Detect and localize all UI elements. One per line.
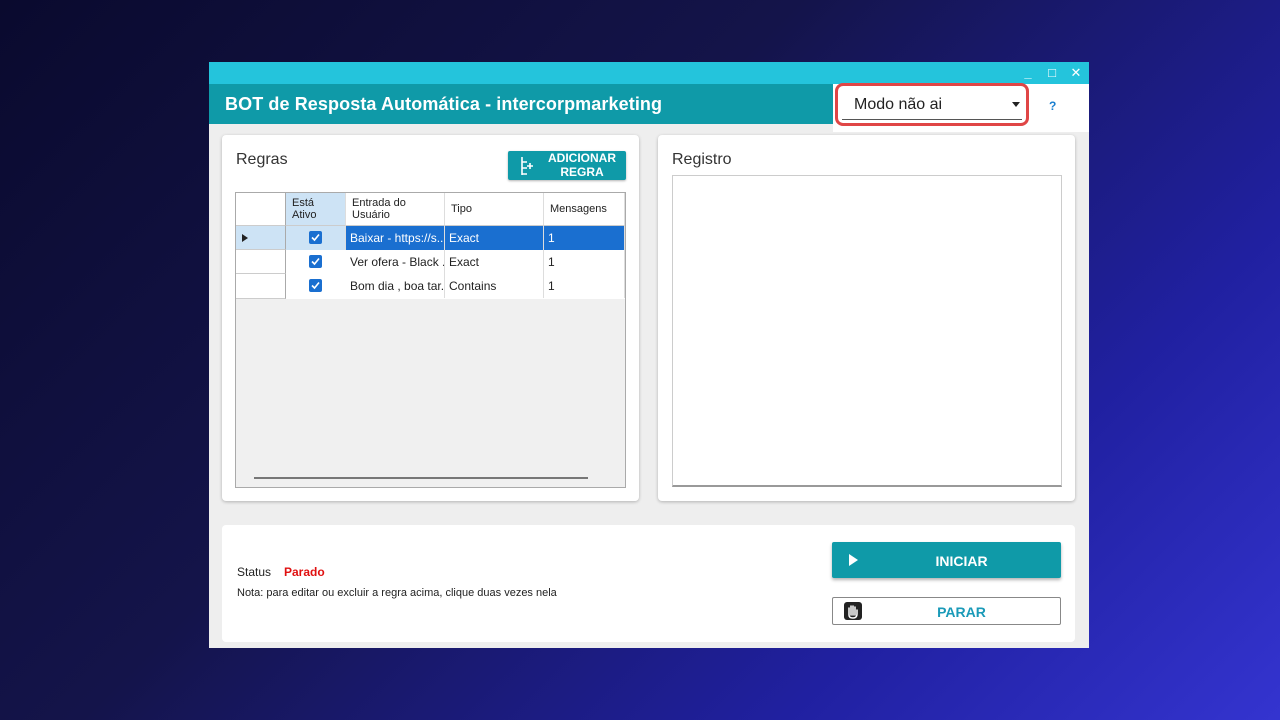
- row-input: Bom dia , boa tar...: [346, 274, 445, 298]
- add-rule-icon: [521, 157, 533, 175]
- checkmark-icon: [311, 257, 320, 266]
- rules-table-body: Está Ativo Entrada do Usuário Tipo Mensage…: [236, 193, 625, 471]
- row-header[interactable]: [236, 226, 286, 250]
- row-header[interactable]: [236, 250, 286, 274]
- help-button[interactable]: ?: [1049, 99, 1056, 113]
- row-active-checkbox[interactable]: [309, 255, 322, 268]
- column-header-messages[interactable]: Mensagens: [544, 193, 625, 226]
- maximize-icon[interactable]: □: [1043, 64, 1061, 82]
- row-type: Exact: [445, 226, 544, 250]
- start-button[interactable]: INICIAR: [832, 542, 1061, 578]
- row-type: Contains: [445, 274, 544, 298]
- add-rule-label: ADICIONAR REGRA: [548, 151, 616, 179]
- rules-table[interactable]: Está Ativo Entrada do Usuário Tipo Mensage…: [235, 192, 626, 488]
- status-label: Status: [237, 565, 272, 579]
- window-title: BOT de Resposta Automática - intercorpma…: [225, 94, 663, 114]
- row-active-checkbox[interactable]: [309, 231, 322, 244]
- window-top-strip: _ □ ✕: [209, 62, 1089, 84]
- row-messages: 1: [544, 226, 625, 250]
- stop-button[interactable]: PARAR: [832, 597, 1061, 625]
- row-messages: 1: [544, 250, 625, 274]
- bot-window: _ □ ✕ BOT de Resposta Automática - inter…: [209, 62, 1089, 648]
- stop-button-label: PARAR: [937, 604, 986, 620]
- log-panel: Registro: [658, 135, 1075, 501]
- status-badge: Parado: [284, 565, 325, 579]
- minimize-icon[interactable]: _: [1019, 64, 1037, 82]
- start-button-label: INICIAR: [935, 553, 988, 569]
- row-messages: 1: [544, 274, 625, 298]
- title-bar: BOT de Resposta Automática - intercorpma…: [209, 84, 833, 124]
- row-header[interactable]: [236, 274, 286, 299]
- row-input: Baixar - https://s...: [346, 226, 445, 250]
- add-rule-button[interactable]: ADICIONAR REGRA: [508, 151, 626, 180]
- log-title: Registro: [672, 151, 732, 168]
- column-header-input[interactable]: Entrada do Usuário: [346, 193, 445, 226]
- edit-note: Nota: para editar ou excluir a regra aci…: [237, 587, 557, 599]
- status-panel: Status Parado Nota: para editar ou exclu…: [222, 525, 1075, 642]
- row-active-checkbox[interactable]: [309, 279, 322, 292]
- column-header-active[interactable]: Está Ativo: [286, 193, 346, 226]
- checkmark-icon: [311, 281, 320, 290]
- row-pointer-icon: [242, 234, 248, 242]
- row-input: Ver ofera - Black ...: [346, 250, 445, 274]
- column-header-type[interactable]: Tipo: [445, 193, 544, 226]
- rules-panel: Regras ADICIONAR REGRA Está Ativo Entrada…: [222, 135, 639, 501]
- table-corner: [236, 193, 286, 226]
- mode-highlight-box: [835, 83, 1029, 126]
- horizontal-scrollbar[interactable]: [254, 477, 588, 479]
- checkmark-icon: [311, 233, 320, 242]
- close-icon[interactable]: ✕: [1067, 64, 1085, 82]
- log-textarea[interactable]: [672, 175, 1062, 487]
- rules-title: Regras: [236, 151, 288, 168]
- row-type: Exact: [445, 250, 544, 274]
